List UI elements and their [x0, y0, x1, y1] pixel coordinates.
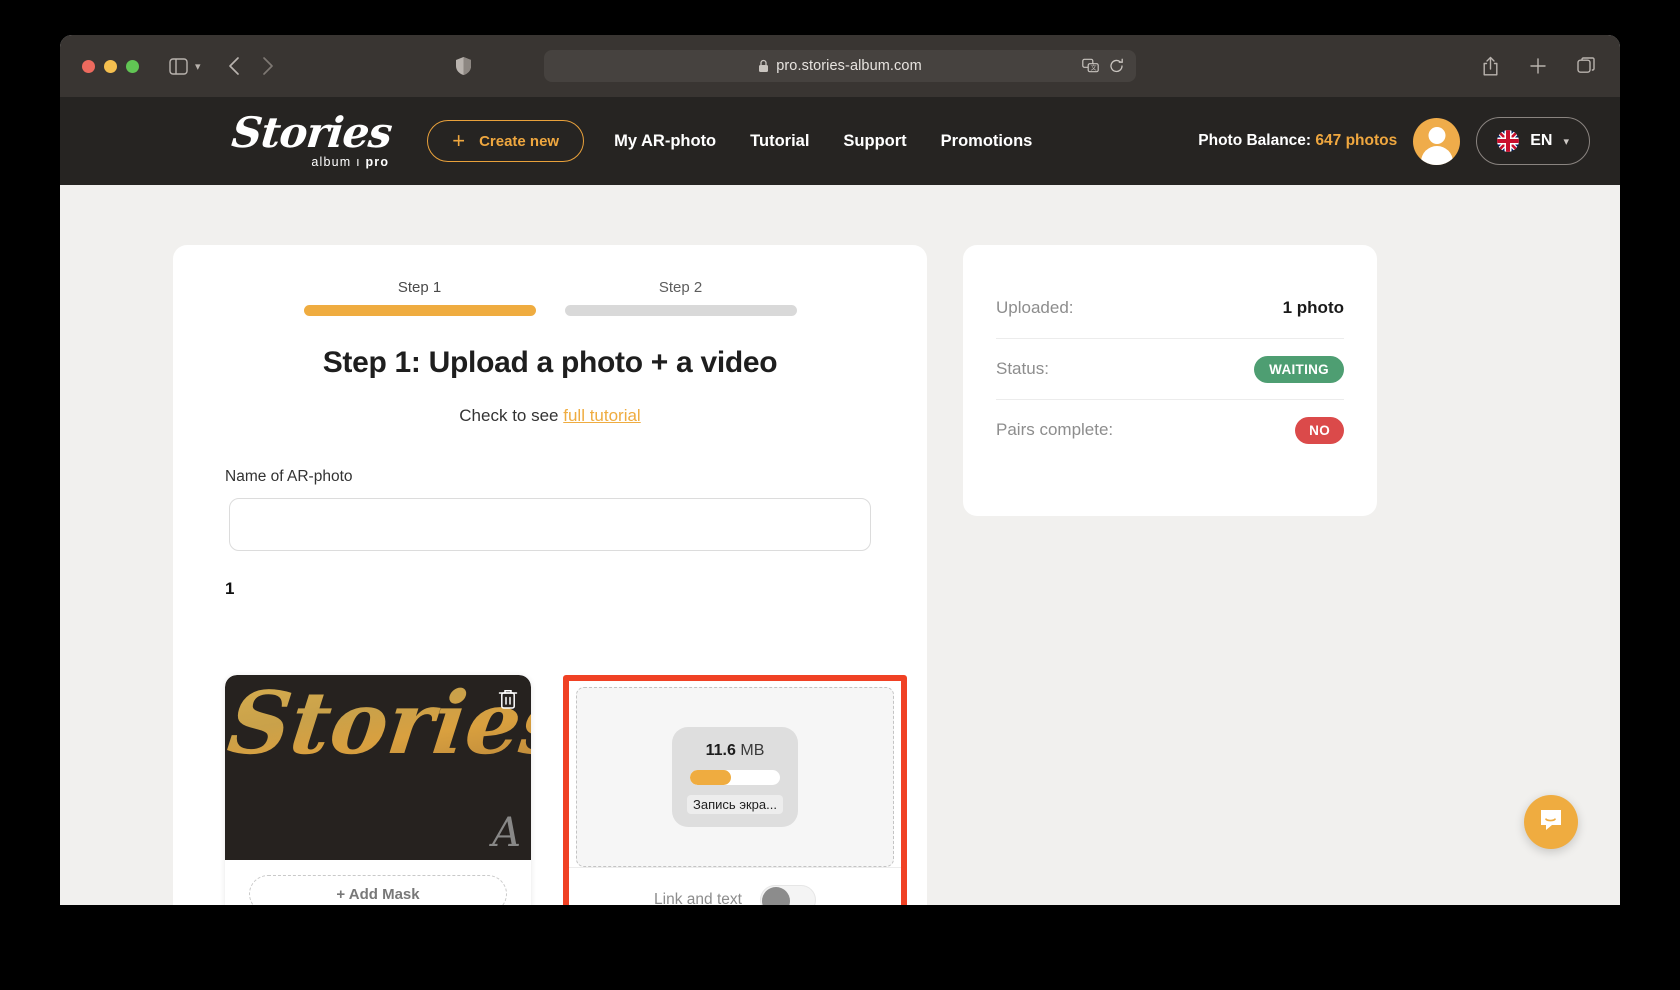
- file-size-unit: MB: [740, 742, 765, 759]
- plus-icon: +: [452, 128, 466, 153]
- photo-thumbnail[interactable]: Stories A: [225, 675, 531, 860]
- status-row-uploaded: Uploaded: 1 photo: [996, 277, 1344, 338]
- chevron-left-icon[interactable]: [227, 56, 240, 76]
- chevron-down-icon: ▾: [1563, 135, 1569, 148]
- video-slot-highlight: 11.6 MB Запись экра... Link and text: [563, 675, 907, 905]
- uk-flag-icon: [1497, 130, 1520, 152]
- reload-icon[interactable]: [1109, 58, 1124, 74]
- photo-thumbnail-subtext: A: [492, 810, 521, 856]
- upload-progress-bar: [690, 770, 780, 785]
- upload-card: Step 1 Step 2 Step 1: Upload a photo + a…: [173, 245, 927, 905]
- photo-balance: Photo Balance: 647 photos: [1198, 132, 1397, 150]
- pair-index: 1: [225, 579, 235, 598]
- avatar[interactable]: [1413, 117, 1461, 165]
- url-text: pro.stories-album.com: [776, 58, 922, 74]
- photo-thumbnail-art: Stories: [225, 675, 531, 774]
- status-row-status: Status: WAITING: [996, 338, 1344, 399]
- browser-toolbar-actions: [1482, 35, 1596, 97]
- link-and-text-toggle[interactable]: [759, 884, 816, 905]
- main-nav: My AR-photo Tutorial Support Promotions: [614, 132, 1032, 151]
- uploaded-label: Uploaded:: [996, 297, 1074, 317]
- language-code: EN: [1530, 132, 1553, 149]
- step-1[interactable]: Step 1: [303, 279, 536, 316]
- status-row-pairs-complete: Pairs complete: NO: [996, 399, 1344, 460]
- plus-icon[interactable]: [1529, 57, 1547, 75]
- tutorial-line: Check to see full tutorial: [173, 406, 927, 426]
- photo-balance-label: Photo Balance:: [1198, 132, 1316, 149]
- header-right: Photo Balance: 647 photos EN ▾: [1198, 97, 1590, 185]
- create-new-button[interactable]: + Create new: [427, 120, 585, 162]
- video-slot: 11.6 MB Запись экра... Link and text: [569, 681, 901, 905]
- tab-overview-icon[interactable]: [1577, 57, 1596, 75]
- brand-subtitle: album ı pro: [311, 155, 389, 169]
- nav-item-promotions[interactable]: Promotions: [941, 132, 1033, 151]
- close-window-button[interactable]: [82, 59, 95, 73]
- status-card: Uploaded: 1 photo Status: WAITING Pairs …: [963, 245, 1377, 516]
- video-dropzone[interactable]: 11.6 MB Запись экра...: [576, 687, 894, 867]
- nav-item-support[interactable]: Support: [843, 132, 906, 151]
- address-bar[interactable]: pro.stories-album.com 文: [544, 50, 1136, 82]
- file-name: Запись экра...: [687, 795, 783, 814]
- step-2-label: Step 2: [658, 279, 703, 296]
- uploaded-value: 1 photo: [1282, 297, 1344, 317]
- page-body: Step 1 Step 2 Step 1: Upload a photo + a…: [60, 185, 1620, 905]
- file-size: 11.6 MB: [706, 742, 765, 760]
- video-footer: Link and text: [569, 867, 901, 905]
- brand-sub-prefix: album ı: [311, 154, 366, 169]
- brand-logo[interactable]: Stories album ı pro: [229, 108, 394, 169]
- lock-icon: [758, 59, 769, 73]
- upload-file-tile: 11.6 MB Запись экра...: [672, 727, 798, 827]
- browser-toolbar: ▾ pro.stories-album.com 文: [60, 35, 1620, 97]
- brand-wordmark: Stories: [229, 108, 394, 158]
- upload-progress-fill: [690, 770, 731, 785]
- file-size-value: 11.6: [705, 742, 736, 759]
- language-selector[interactable]: EN ▾: [1476, 117, 1590, 165]
- chevron-right-icon[interactable]: [262, 56, 275, 76]
- site-header: Stories album ı pro + Create new My AR-p…: [60, 97, 1620, 185]
- full-tutorial-link[interactable]: full tutorial: [563, 406, 640, 425]
- chevron-down-icon[interactable]: ▾: [195, 60, 201, 73]
- maximize-window-button[interactable]: [126, 59, 139, 73]
- photo-balance-value: 647 photos: [1315, 132, 1398, 149]
- step-1-label: Step 1: [397, 279, 442, 296]
- status-badge: WAITING: [1254, 355, 1344, 383]
- translate-icon[interactable]: 文: [1082, 58, 1099, 74]
- step-1-bar: [303, 305, 536, 316]
- nav-item-tutorial[interactable]: Tutorial: [750, 132, 809, 151]
- window-controls[interactable]: [82, 59, 139, 73]
- address-bar-actions: 文: [1082, 58, 1124, 74]
- share-icon[interactable]: [1482, 56, 1499, 77]
- step-2-bar: [564, 305, 797, 316]
- nav-item-my-ar-photo[interactable]: My AR-photo: [614, 132, 716, 151]
- page-title: Step 1: Upload a photo + a video: [322, 346, 778, 379]
- status-label: Status:: [996, 359, 1049, 378]
- name-field-label: Name of AR-photo: [225, 468, 353, 485]
- add-mask-button[interactable]: + Add Mask: [249, 875, 507, 905]
- name-input[interactable]: [229, 498, 871, 551]
- pair-row: Stories A + Add Mask 11.6 MB Запись экра…: [225, 675, 907, 905]
- chat-launcher-button[interactable]: [1524, 795, 1578, 849]
- chat-bubble-icon: [1538, 807, 1564, 838]
- step-indicator: Step 1 Step 2: [173, 245, 927, 316]
- sidebar-icon[interactable]: [169, 57, 188, 75]
- minimize-window-button[interactable]: [104, 59, 117, 73]
- link-and-text-label: Link and text: [654, 890, 742, 906]
- shield-icon[interactable]: [455, 56, 472, 76]
- photo-slot: Stories A + Add Mask: [225, 675, 531, 905]
- create-new-label: Create new: [479, 132, 560, 150]
- pairs-complete-badge: NO: [1295, 416, 1344, 444]
- tutorial-prefix: Check to see: [459, 406, 564, 425]
- pairs-complete-label: Pairs complete:: [996, 420, 1114, 439]
- trash-icon[interactable]: [497, 687, 519, 711]
- browser-window: ▾ pro.stories-album.com 文 Stories album …: [60, 35, 1620, 905]
- brand-sub-bold: pro: [365, 154, 390, 169]
- step-2[interactable]: Step 2: [564, 279, 797, 316]
- svg-text:文: 文: [1091, 64, 1097, 72]
- url-group: pro.stories-album.com: [758, 58, 922, 74]
